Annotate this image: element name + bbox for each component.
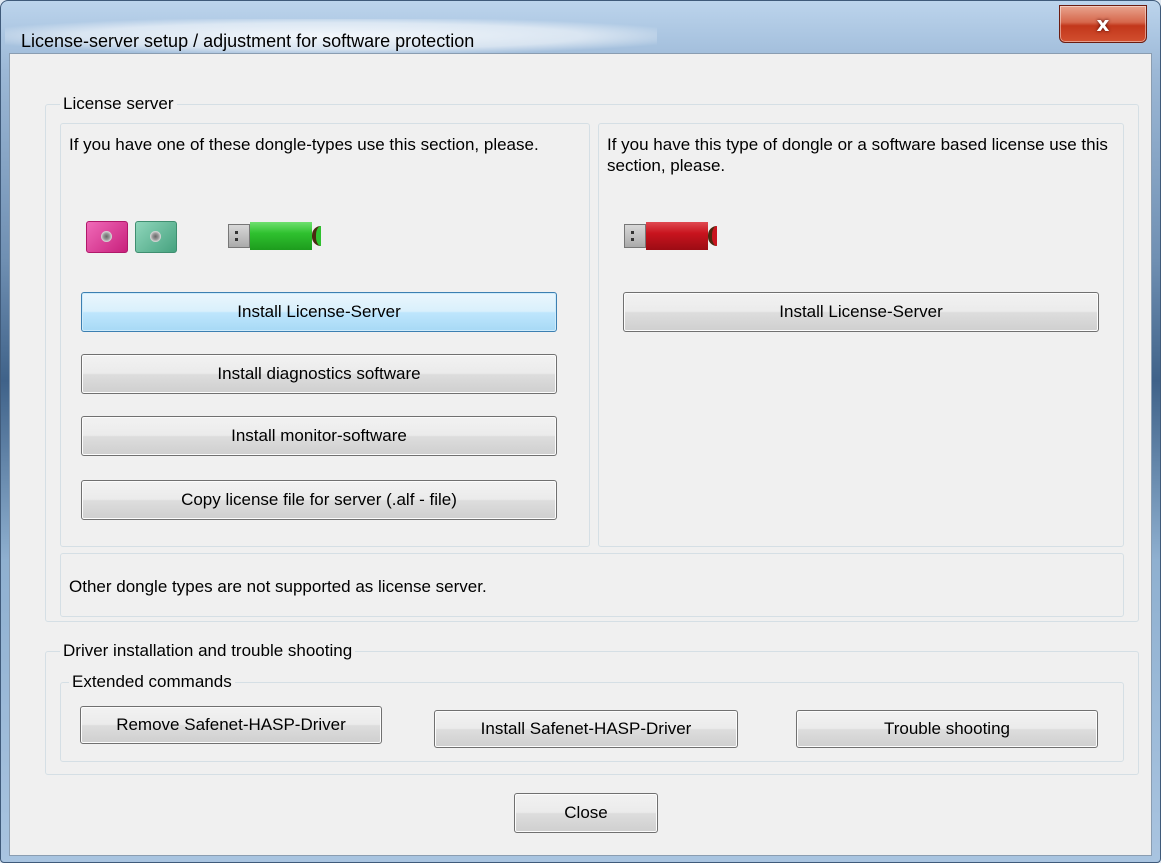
install-monitor-button[interactable]: Install monitor-software (81, 416, 557, 456)
red-usb-dongle-icon (624, 222, 724, 250)
left-section-panel: If you have one of these dongle-types us… (60, 123, 590, 547)
install-license-server-button-right[interactable]: Install License-Server (623, 292, 1099, 332)
trouble-shooting-button[interactable]: Trouble shooting (796, 710, 1098, 748)
pink-dongle-icon (86, 221, 128, 253)
close-icon: x (1096, 12, 1110, 36)
unsupported-note: Other dongle types are not supported as … (69, 577, 487, 596)
remove-hasp-driver-button[interactable]: Remove Safenet-HASP-Driver (80, 706, 382, 744)
dialog-window: License-server setup / adjustment for so… (0, 0, 1161, 863)
driver-group-label: Driver installation and trouble shooting (60, 641, 356, 661)
copy-license-file-button[interactable]: Copy license file for server (.alf - fil… (81, 480, 557, 520)
extended-commands-group: Extended commands Remove Safenet-HASP-Dr… (60, 672, 1124, 762)
teal-dongle-icon (135, 221, 177, 253)
driver-group: Driver installation and trouble shooting… (45, 641, 1139, 775)
right-section-panel: If you have this type of dongle or a sof… (598, 123, 1124, 547)
install-hasp-driver-button[interactable]: Install Safenet-HASP-Driver (434, 710, 738, 748)
window-title: License-server setup / adjustment for so… (21, 31, 475, 51)
dialog-client-area: License server If you have one of these … (9, 53, 1152, 856)
license-server-group: License server If you have one of these … (45, 94, 1139, 622)
license-server-group-label: License server (60, 94, 177, 114)
title-bar[interactable]: License-server setup / adjustment for so… (1, 1, 1160, 53)
note-panel: Other dongle types are not supported as … (60, 553, 1124, 617)
window-close-button[interactable]: x (1059, 5, 1147, 43)
install-diagnostics-button[interactable]: Install diagnostics software (81, 354, 557, 394)
install-license-server-button-left[interactable]: Install License-Server (81, 292, 557, 332)
right-section-description: If you have this type of dongle or a sof… (607, 135, 1108, 175)
extended-commands-label: Extended commands (69, 672, 235, 692)
left-section-description: If you have one of these dongle-types us… (69, 135, 539, 154)
close-button[interactable]: Close (514, 793, 658, 833)
green-usb-dongle-icon (228, 222, 328, 250)
